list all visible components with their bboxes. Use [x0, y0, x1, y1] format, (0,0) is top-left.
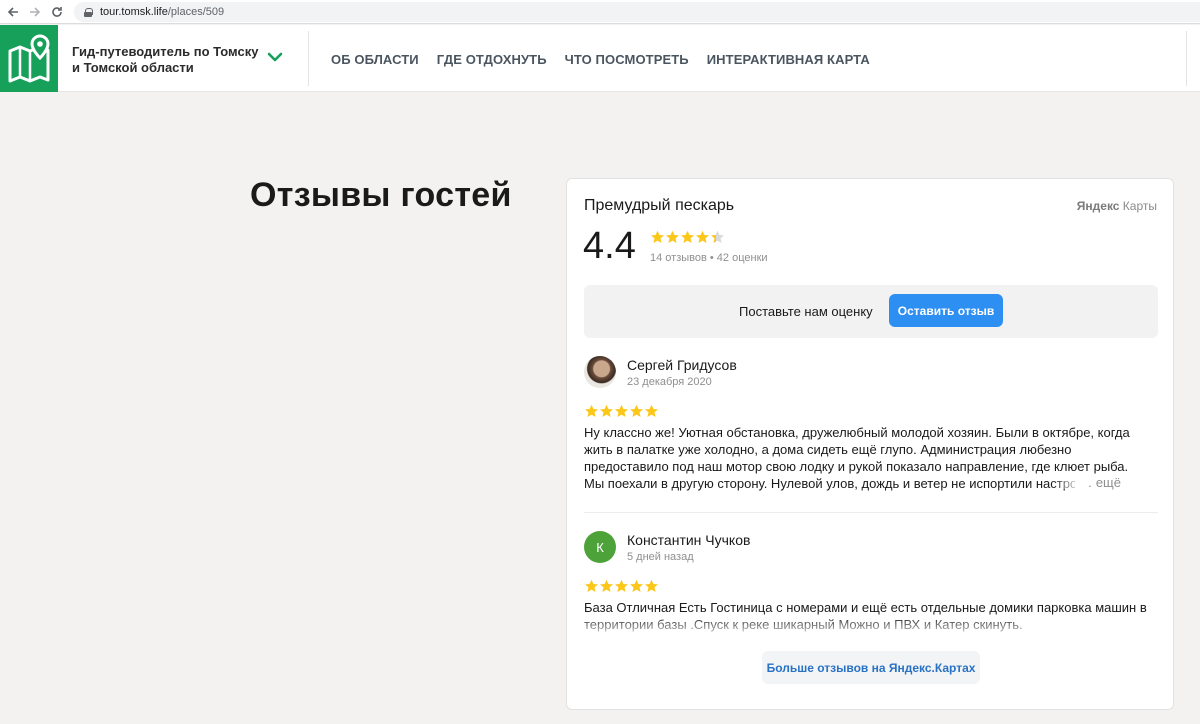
review-text: База Отличная Есть Гостиница с номерами …: [584, 600, 1147, 632]
place-name[interactable]: Премудрый пескарь: [584, 197, 734, 215]
avatar[interactable]: К: [584, 531, 616, 563]
page-title: Отзывы гостей: [250, 176, 512, 214]
review-date: 23 декабря 2020: [627, 376, 712, 388]
map-pin-icon: [8, 33, 50, 82]
review-date: 5 дней назад: [627, 551, 694, 563]
more-reviews-button[interactable]: Больше отзывов на Яндекс.Картах: [762, 651, 980, 684]
chevron-down-icon[interactable]: [266, 50, 284, 64]
reload-icon[interactable]: [46, 1, 68, 23]
leave-review-button[interactable]: Оставить отзыв: [889, 294, 1003, 327]
star-icon: [615, 579, 628, 592]
star-icon: [630, 579, 643, 592]
browser-toolbar: tour.tomsk.life/places/509: [0, 0, 1200, 24]
reviews-widget: Премудрый пескарь Яндекс Карты 4.4 14 от…: [566, 178, 1174, 710]
rating-stars: [650, 230, 725, 244]
address-bar[interactable]: tour.tomsk.life/places/509: [74, 2, 1200, 22]
header-divider: [1186, 31, 1187, 86]
review-item: Сергей Гридусов 23 декабря 2020 Ну класс…: [584, 356, 1158, 513]
rating-counts: 14 отзывов • 42 оценки: [650, 252, 768, 264]
star-icon: [696, 230, 709, 243]
site-header: Гид-путеводитель по Томску и Томской обл…: [0, 25, 1200, 92]
review-author[interactable]: Константин Чучков: [627, 532, 750, 548]
main-navigation: ОБ ОБЛАСТИ ГДЕ ОТДОХНУТЬ ЧТО ПОСМОТРЕТЬ …: [331, 52, 870, 67]
review-author[interactable]: Сергей Гридусов: [627, 357, 737, 373]
lock-icon: [84, 7, 93, 17]
site-title[interactable]: Гид-путеводитель по Томску и Томской обл…: [72, 44, 262, 76]
star-icon: [600, 579, 613, 592]
rating-value: 4.4: [583, 225, 636, 267]
review-item: К Константин Чучков 5 дней назад База От…: [584, 531, 1158, 632]
header-divider: [308, 31, 309, 86]
star-icon: [666, 230, 679, 243]
star-icon: [630, 404, 643, 417]
nav-about-region[interactable]: ОБ ОБЛАСТИ: [331, 52, 419, 67]
nav-where-to-rest[interactable]: ГДЕ ОТДОХНУТЬ: [437, 52, 547, 67]
yandex-maps-logo[interactable]: Яндекс Карты: [1077, 199, 1157, 213]
back-arrow-icon[interactable]: [2, 1, 24, 23]
review-stars: [584, 579, 659, 593]
site-logo[interactable]: [0, 25, 58, 92]
star-icon: [645, 579, 658, 592]
rate-us-panel: Поставьте нам оценку Оставить отзыв: [584, 285, 1158, 338]
star-icon: [681, 230, 694, 243]
rate-us-label: Поставьте нам оценку: [739, 304, 873, 319]
star-icon: [645, 404, 658, 417]
star-icon: [585, 579, 598, 592]
star-icon: [585, 404, 598, 417]
nav-interactive-map[interactable]: ИНТЕРАКТИВНАЯ КАРТА: [707, 52, 870, 67]
url-text: tour.tomsk.life/places/509: [100, 6, 225, 18]
star-icon: [615, 404, 628, 417]
text-fade: [1052, 472, 1088, 489]
star-icon: [711, 230, 724, 243]
review-stars: [584, 404, 659, 418]
forward-arrow-icon[interactable]: [24, 1, 46, 23]
star-icon: [600, 404, 613, 417]
avatar[interactable]: [584, 356, 616, 388]
nav-what-to-see[interactable]: ЧТО ПОСМОТРЕТЬ: [565, 52, 689, 67]
star-icon: [651, 230, 664, 243]
